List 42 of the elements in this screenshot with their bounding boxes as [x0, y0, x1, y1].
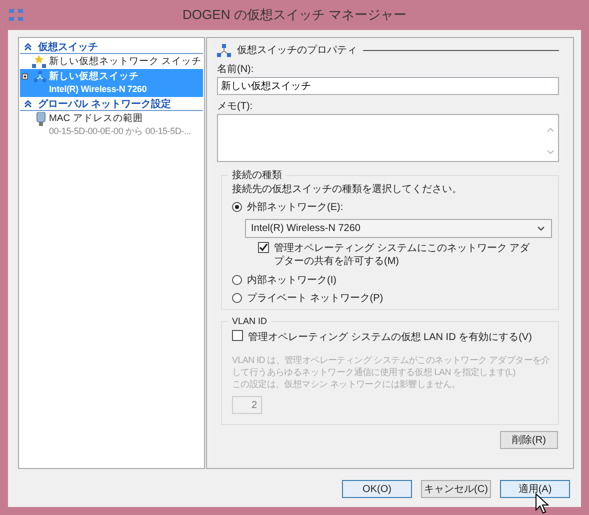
checkbox-label: 管理オペレーティング システムにこのネットワーク アダプターの共有を許可する(M): [274, 242, 531, 268]
radio-button[interactable]: [232, 275, 242, 285]
properties-heading: 仮想スイッチのプロパティ: [237, 44, 357, 57]
group-title: 接続の種類: [231, 168, 283, 182]
cursor-icon: [535, 493, 549, 515]
remove-button[interactable]: 削除(R): [500, 431, 558, 449]
network-star-icon: [32, 55, 46, 68]
item-detail: 00-15-5D-00-0E-00 から 00-15-5D-...: [49, 125, 191, 138]
section-title: 仮想スイッチ: [38, 40, 98, 54]
description-text: 接続先の仮想スイッチの種類を選択してください。: [232, 182, 463, 196]
name-label: 名前(N):: [217, 64, 254, 76]
adapter-icon: [36, 112, 46, 126]
dialog-button[interactable]: キャンセル(C): [421, 480, 491, 498]
vlan-description: この設定は、仮想マシン ネットワークには影響しません。: [232, 378, 462, 390]
radio-button[interactable]: [232, 202, 242, 212]
expand-icon[interactable]: [22, 73, 28, 80]
radio-button[interactable]: [232, 293, 242, 303]
dialog-button[interactable]: 適用(A): [500, 480, 570, 498]
sidebar-item[interactable]: 新しい仮想ネットワーク スイッチ: [20, 54, 203, 69]
network-icon: [34, 70, 46, 83]
dialog-button[interactable]: OK(O): [342, 480, 412, 498]
item-detail: Intel(R) Wireless-N 7260: [49, 83, 147, 96]
collapse-icon[interactable]: [24, 100, 32, 108]
sidebar-item[interactable]: MAC アドレスの範囲 00-15-5D-00-0E-00 から 00-15-5D-...: [20, 111, 203, 139]
item-label: 新しい仮想ネットワーク スイッチ: [49, 55, 202, 68]
group-title: VLAN ID: [231, 316, 268, 326]
radio-label: プライベート ネットワーク(P): [247, 292, 384, 305]
item-label: 新しい仮想スイッチ: [49, 70, 140, 83]
radio-label: 内部ネットワーク(I): [247, 274, 336, 287]
name-field[interactable]: 新しい仮想スイッチ: [217, 77, 559, 95]
checkbox[interactable]: [258, 242, 269, 253]
memo-label: メモ(T):: [217, 101, 253, 113]
window-title: DOGEN の仮想スイッチ マネージャー: [182, 6, 408, 24]
checkbox-label: 管理オペレーティング システムの仮想 LAN ID を有効にする(V): [248, 330, 532, 344]
adapter-dropdown[interactable]: Intel(R) Wireless-N 7260: [245, 219, 552, 238]
vlan-description: VLAN ID は、管理オペレーティング システムがこのネットワーク アダプターを介して行うあらゆるネットワーク通信に使用する仮想 LAN を指定します(L): [232, 354, 551, 378]
app-icon: [8, 8, 24, 22]
radio-label: 外部ネットワーク(E):: [247, 200, 344, 214]
network-icon: [217, 44, 231, 56]
collapse-icon[interactable]: [24, 42, 32, 50]
item-label: MAC アドレスの範囲: [49, 112, 144, 125]
section-title: グローバル ネットワーク設定: [38, 97, 171, 110]
